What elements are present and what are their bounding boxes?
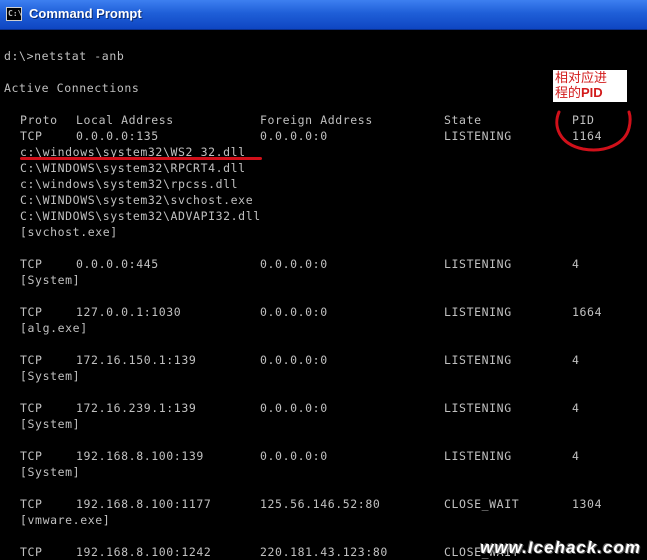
module-line: [vmware.exe] <box>20 513 111 527</box>
annotation-line-1: 相对应进 <box>555 71 608 86</box>
cell-local: 127.0.0.1:1030 <box>76 305 182 319</box>
cell-state: LISTENING <box>444 401 512 415</box>
module-line: [alg.exe] <box>20 321 88 335</box>
cell-state: LISTENING <box>444 449 512 463</box>
cell-local: 0.0.0.0:135 <box>76 129 159 143</box>
cell-foreign: 0.0.0.0:0 <box>260 449 328 463</box>
cell-proto: TCP <box>20 401 43 415</box>
cell-foreign: 0.0.0.0:0 <box>260 305 328 319</box>
cell-foreign: 0.0.0.0:0 <box>260 129 328 143</box>
cell-pid: 4 <box>572 401 580 415</box>
cell-proto: TCP <box>20 257 43 271</box>
cell-state: CLOSE_WAIT <box>444 497 520 511</box>
cell-foreign: 0.0.0.0:0 <box>260 257 328 271</box>
red-circle-mark <box>555 110 632 152</box>
cell-state: LISTENING <box>444 353 512 367</box>
cell-state: LISTENING <box>444 305 512 319</box>
cell-proto: TCP <box>20 305 43 319</box>
header-foreign-address: Foreign Address <box>260 113 373 127</box>
annotation-line-2: 程的PID <box>555 86 625 101</box>
module-line: c:\windows\system32\rpcss.dll <box>20 177 239 191</box>
module-line: [System] <box>20 465 81 479</box>
cell-pid: 4 <box>572 257 580 271</box>
command-line: d:\>netstat -anb <box>4 49 125 63</box>
cell-state: LISTENING <box>444 257 512 271</box>
module-line: C:\WINDOWS\system32\RPCRT4.dll <box>20 161 246 175</box>
cell-pid: 4 <box>572 353 580 367</box>
cell-foreign: 125.56.146.52:80 <box>260 497 381 511</box>
cell-local: 172.16.150.1:139 <box>76 353 197 367</box>
cell-foreign: 220.181.43.123:80 <box>260 545 388 559</box>
cell-local: 0.0.0.0:445 <box>76 257 159 271</box>
module-line: [System] <box>20 417 81 431</box>
module-line: C:\WINDOWS\system32\ADVAPI32.dll <box>20 209 261 223</box>
window-title: Command Prompt <box>29 6 142 21</box>
cell-proto: TCP <box>20 129 43 143</box>
cell-proto: TCP <box>20 353 43 367</box>
cell-local: 192.168.8.100:1177 <box>76 497 212 511</box>
cmd-icon: C:\ <box>6 7 22 21</box>
title-bar[interactable]: C:\ Command Prompt <box>0 0 647 30</box>
red-underline-mark <box>20 157 262 160</box>
cell-foreign: 0.0.0.0:0 <box>260 353 328 367</box>
module-line: [System] <box>20 273 81 287</box>
cell-local: 192.168.8.100:139 <box>76 449 204 463</box>
section-title: Active Connections <box>4 81 140 95</box>
watermark-logo: www.Icehack.com <box>480 538 641 557</box>
cell-pid: 4 <box>572 449 580 463</box>
cell-proto: TCP <box>20 449 43 463</box>
module-line: [System] <box>20 369 81 383</box>
cell-proto: TCP <box>20 545 43 559</box>
module-line: C:\WINDOWS\system32\svchost.exe <box>20 193 254 207</box>
annotation-prefix: 程的 <box>555 86 582 101</box>
module-line: [svchost.exe] <box>20 225 118 239</box>
cell-pid: 1664 <box>572 305 603 319</box>
cell-foreign: 0.0.0.0:0 <box>260 401 328 415</box>
cell-pid: 1304 <box>572 497 603 511</box>
header-local-address: Local Address <box>76 113 174 127</box>
pid-annotation: 相对应进 程的PID <box>553 70 627 102</box>
header-proto: Proto <box>20 113 58 127</box>
cell-local: 172.16.239.1:139 <box>76 401 197 415</box>
header-state: State <box>444 113 482 127</box>
cell-state: LISTENING <box>444 129 512 143</box>
annotation-pid-tag: PID <box>581 85 603 100</box>
cell-local: 192.168.8.100:1242 <box>76 545 212 559</box>
cell-proto: TCP <box>20 497 43 511</box>
